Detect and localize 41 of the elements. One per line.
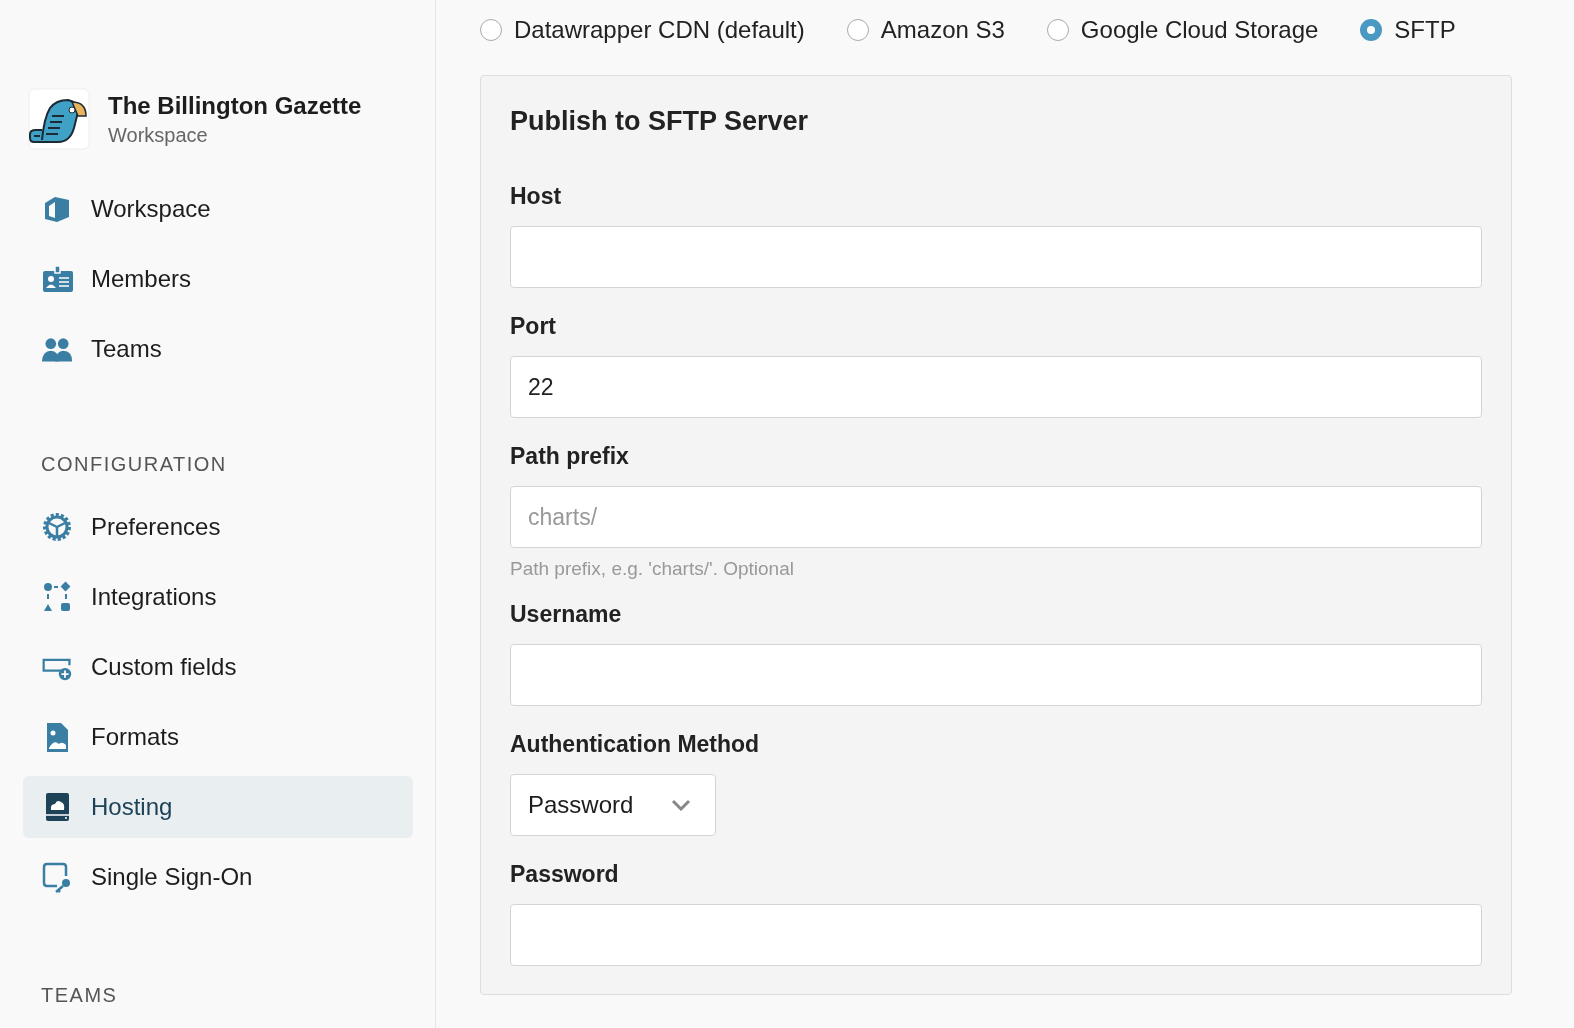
radio-button[interactable] <box>846 19 869 41</box>
input-field[interactable]: charts/ <box>510 486 1482 548</box>
radio-label[interactable]: Datawrapper CDN (default) <box>514 16 805 44</box>
sidebar-item[interactable]: Single Sign-On <box>23 846 413 908</box>
organization-name: The Billington Gazette <box>108 91 362 120</box>
parrot-logo-icon <box>28 88 90 150</box>
key-screen-icon <box>41 861 73 893</box>
field-label: Host <box>510 183 563 210</box>
radio-label[interactable]: Google Cloud Storage <box>1080 16 1319 44</box>
id-card-icon <box>41 263 73 295</box>
select-dropdown[interactable]: Password <box>510 774 716 836</box>
sidebar-item[interactable]: Hosting <box>23 776 413 838</box>
sidebar-item[interactable]: Teams <box>23 318 413 380</box>
field-label: Authentication Method <box>510 731 761 758</box>
radio-button[interactable] <box>480 19 502 41</box>
sidebar-item[interactable]: Integrations <box>23 566 413 628</box>
field-label: Password <box>510 861 620 888</box>
input-field[interactable] <box>510 226 1482 288</box>
sidebar-item[interactable]: Formats <box>23 706 413 768</box>
section-heading: CONFIGURATION <box>40 453 228 476</box>
sidebar-item[interactable]: Preferences <box>23 496 413 558</box>
field-label: Username <box>510 601 623 628</box>
sidebar-item[interactable]: Members <box>23 248 413 310</box>
sidebar-item[interactable]: Workspace <box>23 178 413 240</box>
input-field[interactable] <box>510 644 1482 706</box>
sidebar-item[interactable]: Custom fields <box>23 636 413 698</box>
chevron-down-icon <box>671 799 691 811</box>
radio-label[interactable]: SFTP <box>1394 16 1456 44</box>
input-field[interactable]: 22 <box>510 356 1482 418</box>
radio-label[interactable]: Amazon S3 <box>880 16 1005 44</box>
gear-icon <box>41 511 73 543</box>
field-label: Path prefix <box>510 443 630 470</box>
radio-button[interactable] <box>1046 19 1069 41</box>
field-label: Port <box>510 313 557 340</box>
section-heading: TEAMS <box>40 984 119 1007</box>
shapes-icon <box>41 581 73 613</box>
input-field[interactable] <box>510 904 1482 966</box>
panel-title: Publish to SFTP Server <box>510 106 810 137</box>
help-text: Path prefix, e.g. 'charts/'. Optional <box>510 558 795 580</box>
organization-subtitle: Workspace <box>108 123 209 147</box>
radio-button[interactable] <box>1360 19 1383 41</box>
